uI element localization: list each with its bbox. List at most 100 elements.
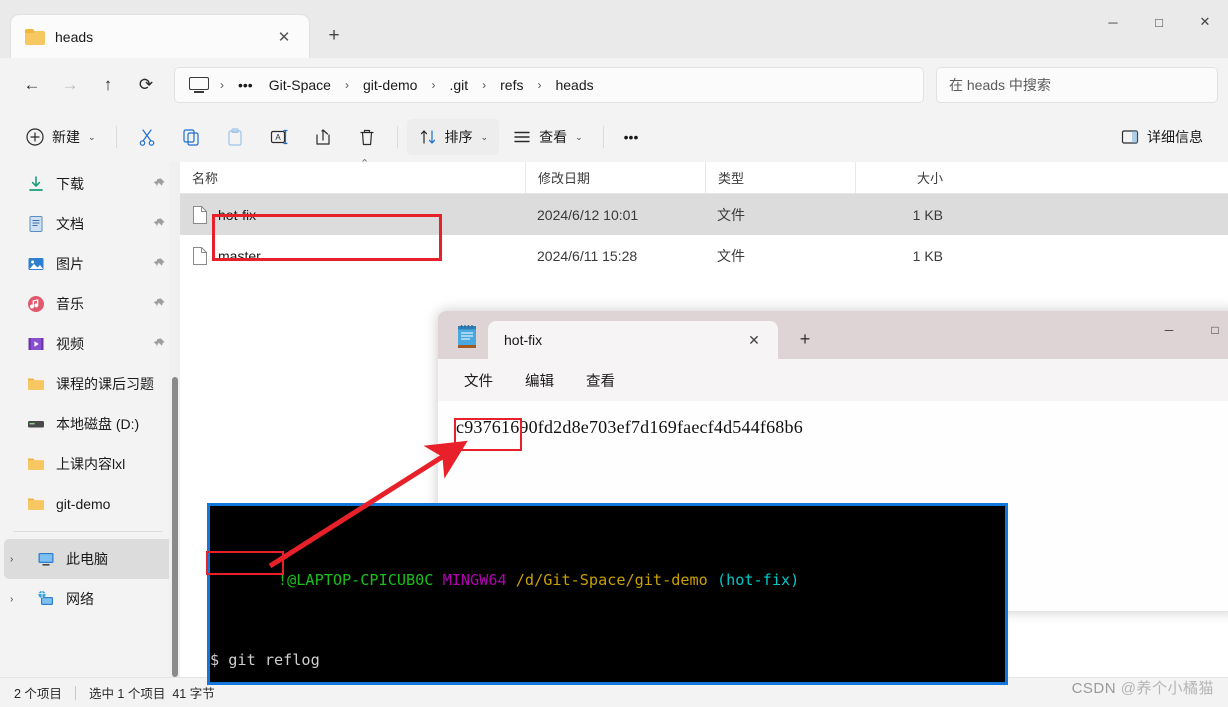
file-date-cell: 2024/6/12 10:01 bbox=[537, 206, 639, 223]
sidebar-item-videos[interactable]: 视频 bbox=[4, 324, 174, 364]
terminal-prompt-line: !@LAPTOP-CPICUB0C MINGW64 /d/Git-Space/g… bbox=[210, 570, 1005, 590]
breadcrumb-item-git-demo[interactable]: git-demo bbox=[356, 73, 424, 97]
explorer-titlebar: heads ✕ + ─ □ ✕ bbox=[0, 0, 1228, 58]
column-header-size[interactable]: 大小 bbox=[855, 162, 955, 193]
notepad-new-tab-button[interactable]: + bbox=[788, 322, 822, 356]
this-pc-icon[interactable] bbox=[189, 76, 209, 94]
maximize-button[interactable]: □ bbox=[1192, 311, 1228, 349]
sidebar-item-label: 此电脑 bbox=[66, 551, 108, 567]
navpane-scrollbar-thumb[interactable] bbox=[172, 377, 178, 677]
notepad-titlebar: hot-fix ✕ + ─ □ bbox=[438, 311, 1228, 359]
pin-icon[interactable] bbox=[152, 297, 166, 311]
pin-icon[interactable] bbox=[152, 177, 166, 191]
menu-file[interactable]: 文件 bbox=[450, 364, 507, 397]
share-icon bbox=[315, 129, 330, 145]
more-options-button[interactable]: ••• bbox=[613, 119, 650, 155]
chevron-right-icon[interactable]: › bbox=[10, 554, 24, 565]
navigation-pane: 下载 文档 图片 音乐 视频 课程的课后习题 本地磁盘 (D:) 上课内容lxl… bbox=[0, 162, 180, 677]
toolbar-divider bbox=[115, 126, 117, 148]
new-button[interactable]: 新建 ⌄ bbox=[14, 119, 107, 155]
download-icon bbox=[29, 176, 43, 191]
sort-button[interactable]: 排序 ⌄ bbox=[406, 119, 500, 155]
notepad-tab-hot-fix[interactable]: hot-fix ✕ bbox=[488, 321, 778, 359]
sidebar-item-label: 课程的课后习题 bbox=[56, 376, 154, 392]
close-icon[interactable]: ✕ bbox=[271, 24, 297, 50]
explorer-window-controls: ─ □ ✕ bbox=[1090, 0, 1228, 44]
up-button[interactable]: ↑ bbox=[90, 68, 126, 102]
file-name-cell: master bbox=[180, 235, 525, 276]
minimize-button[interactable]: ─ bbox=[1090, 0, 1136, 44]
sidebar-item-local-disk-d[interactable]: 本地磁盘 (D:) bbox=[4, 404, 174, 444]
breadcrumb-item-refs[interactable]: refs bbox=[493, 73, 530, 97]
breadcrumb-overflow[interactable]: ••• bbox=[231, 73, 260, 97]
forward-button[interactable]: → bbox=[52, 68, 88, 102]
search-input[interactable] bbox=[949, 77, 1205, 93]
table-row[interactable]: hot-fix 2024/6/12 10:01 文件 1 KB bbox=[180, 194, 1228, 235]
explorer-tab-heads[interactable]: heads ✕ bbox=[10, 14, 310, 58]
notepad-menu-bar: 文件 编辑 查看 bbox=[438, 359, 1228, 401]
sidebar-item-label: 文档 bbox=[56, 216, 84, 232]
sidebar-item-documents[interactable]: 文档 bbox=[4, 204, 174, 244]
file-name-label: hot-fix bbox=[218, 206, 257, 223]
new-tab-button[interactable]: + bbox=[316, 18, 352, 54]
table-row[interactable]: master 2024/6/11 15:28 文件 1 KB bbox=[180, 235, 1228, 276]
file-type-cell: 文件 bbox=[717, 247, 745, 264]
share-button[interactable] bbox=[302, 119, 344, 155]
menu-edit[interactable]: 编辑 bbox=[511, 364, 568, 397]
column-header-type[interactable]: 类型 bbox=[705, 162, 855, 193]
sidebar-item-pictures[interactable]: 图片 bbox=[4, 244, 174, 284]
sidebar-item-label: git-demo bbox=[56, 496, 111, 512]
minimize-button[interactable]: ─ bbox=[1146, 311, 1192, 349]
rename-button[interactable]: A bbox=[258, 119, 300, 155]
refresh-button[interactable]: ⟳ bbox=[128, 68, 164, 102]
paste-icon bbox=[227, 128, 242, 146]
pin-icon[interactable] bbox=[152, 337, 166, 351]
details-pane-button[interactable]: 详细信息 bbox=[1109, 119, 1214, 155]
sidebar-item-homework-folder[interactable]: 课程的课后习题 bbox=[4, 364, 174, 404]
close-button[interactable]: ✕ bbox=[1182, 0, 1228, 44]
folder-icon bbox=[28, 458, 44, 470]
folder-icon bbox=[28, 378, 44, 390]
chevron-right-icon[interactable]: › bbox=[10, 594, 24, 605]
pin-icon[interactable] bbox=[152, 217, 166, 231]
documents-icon bbox=[29, 216, 43, 232]
breadcrumb: › ••• Git-Space › git-demo › .git › refs… bbox=[174, 67, 924, 103]
view-list-icon bbox=[514, 131, 530, 143]
new-button-label: 新建 bbox=[52, 129, 80, 145]
sidebar-item-class-content[interactable]: 上课内容lxl bbox=[4, 444, 174, 484]
delete-button[interactable] bbox=[346, 119, 388, 155]
pin-icon[interactable] bbox=[152, 257, 166, 271]
cut-button[interactable] bbox=[126, 119, 168, 155]
menu-view[interactable]: 查看 bbox=[572, 364, 629, 397]
explorer-address-bar: ← → ↑ ⟳ › ••• Git-Space › git-demo › .gi… bbox=[0, 58, 1228, 112]
file-name-cell: hot-fix bbox=[180, 194, 525, 235]
sidebar-item-git-demo[interactable]: git-demo bbox=[4, 484, 174, 524]
copy-button[interactable] bbox=[170, 119, 212, 155]
column-header-label: 大小 bbox=[916, 171, 943, 186]
watermark: CSDN @养个小橘猫 bbox=[1072, 677, 1214, 698]
view-button[interactable]: 查看 ⌄ bbox=[501, 119, 594, 155]
sidebar-item-label: 上课内容lxl bbox=[56, 456, 126, 472]
breadcrumb-item-heads[interactable]: heads bbox=[548, 73, 600, 97]
music-icon bbox=[28, 296, 44, 312]
column-headers: 名称 ⌃ 修改日期 类型 大小 bbox=[180, 158, 1228, 194]
breadcrumb-item-dot-git[interactable]: .git bbox=[442, 73, 475, 97]
notepad-tab-label: hot-fix bbox=[504, 332, 543, 348]
maximize-button[interactable]: □ bbox=[1136, 0, 1182, 44]
paste-button[interactable] bbox=[214, 119, 256, 155]
chevron-down-icon: ⌄ bbox=[480, 131, 489, 142]
git-bash-terminal[interactable]: !@LAPTOP-CPICUB0C MINGW64 /d/Git-Space/g… bbox=[207, 503, 1008, 685]
column-header-name[interactable]: 名称 ⌃ bbox=[180, 158, 525, 193]
terminal-output: !@LAPTOP-CPICUB0C MINGW64 /d/Git-Space/g… bbox=[210, 506, 1005, 682]
close-icon[interactable]: ✕ bbox=[742, 328, 766, 352]
sidebar-item-this-pc[interactable]: › 此电脑 bbox=[4, 539, 174, 579]
notepad-icon bbox=[458, 325, 476, 348]
search-box[interactable] bbox=[936, 67, 1218, 103]
sidebar-item-network[interactable]: › 网络 bbox=[4, 579, 174, 619]
back-button[interactable]: ← bbox=[14, 68, 50, 102]
breadcrumb-item-git-space[interactable]: Git-Space bbox=[262, 73, 338, 97]
sidebar-item-music[interactable]: 音乐 bbox=[4, 284, 174, 324]
rename-icon: A bbox=[270, 129, 288, 145]
column-header-date[interactable]: 修改日期 bbox=[525, 162, 705, 193]
sidebar-item-downloads[interactable]: 下载 bbox=[4, 164, 174, 204]
